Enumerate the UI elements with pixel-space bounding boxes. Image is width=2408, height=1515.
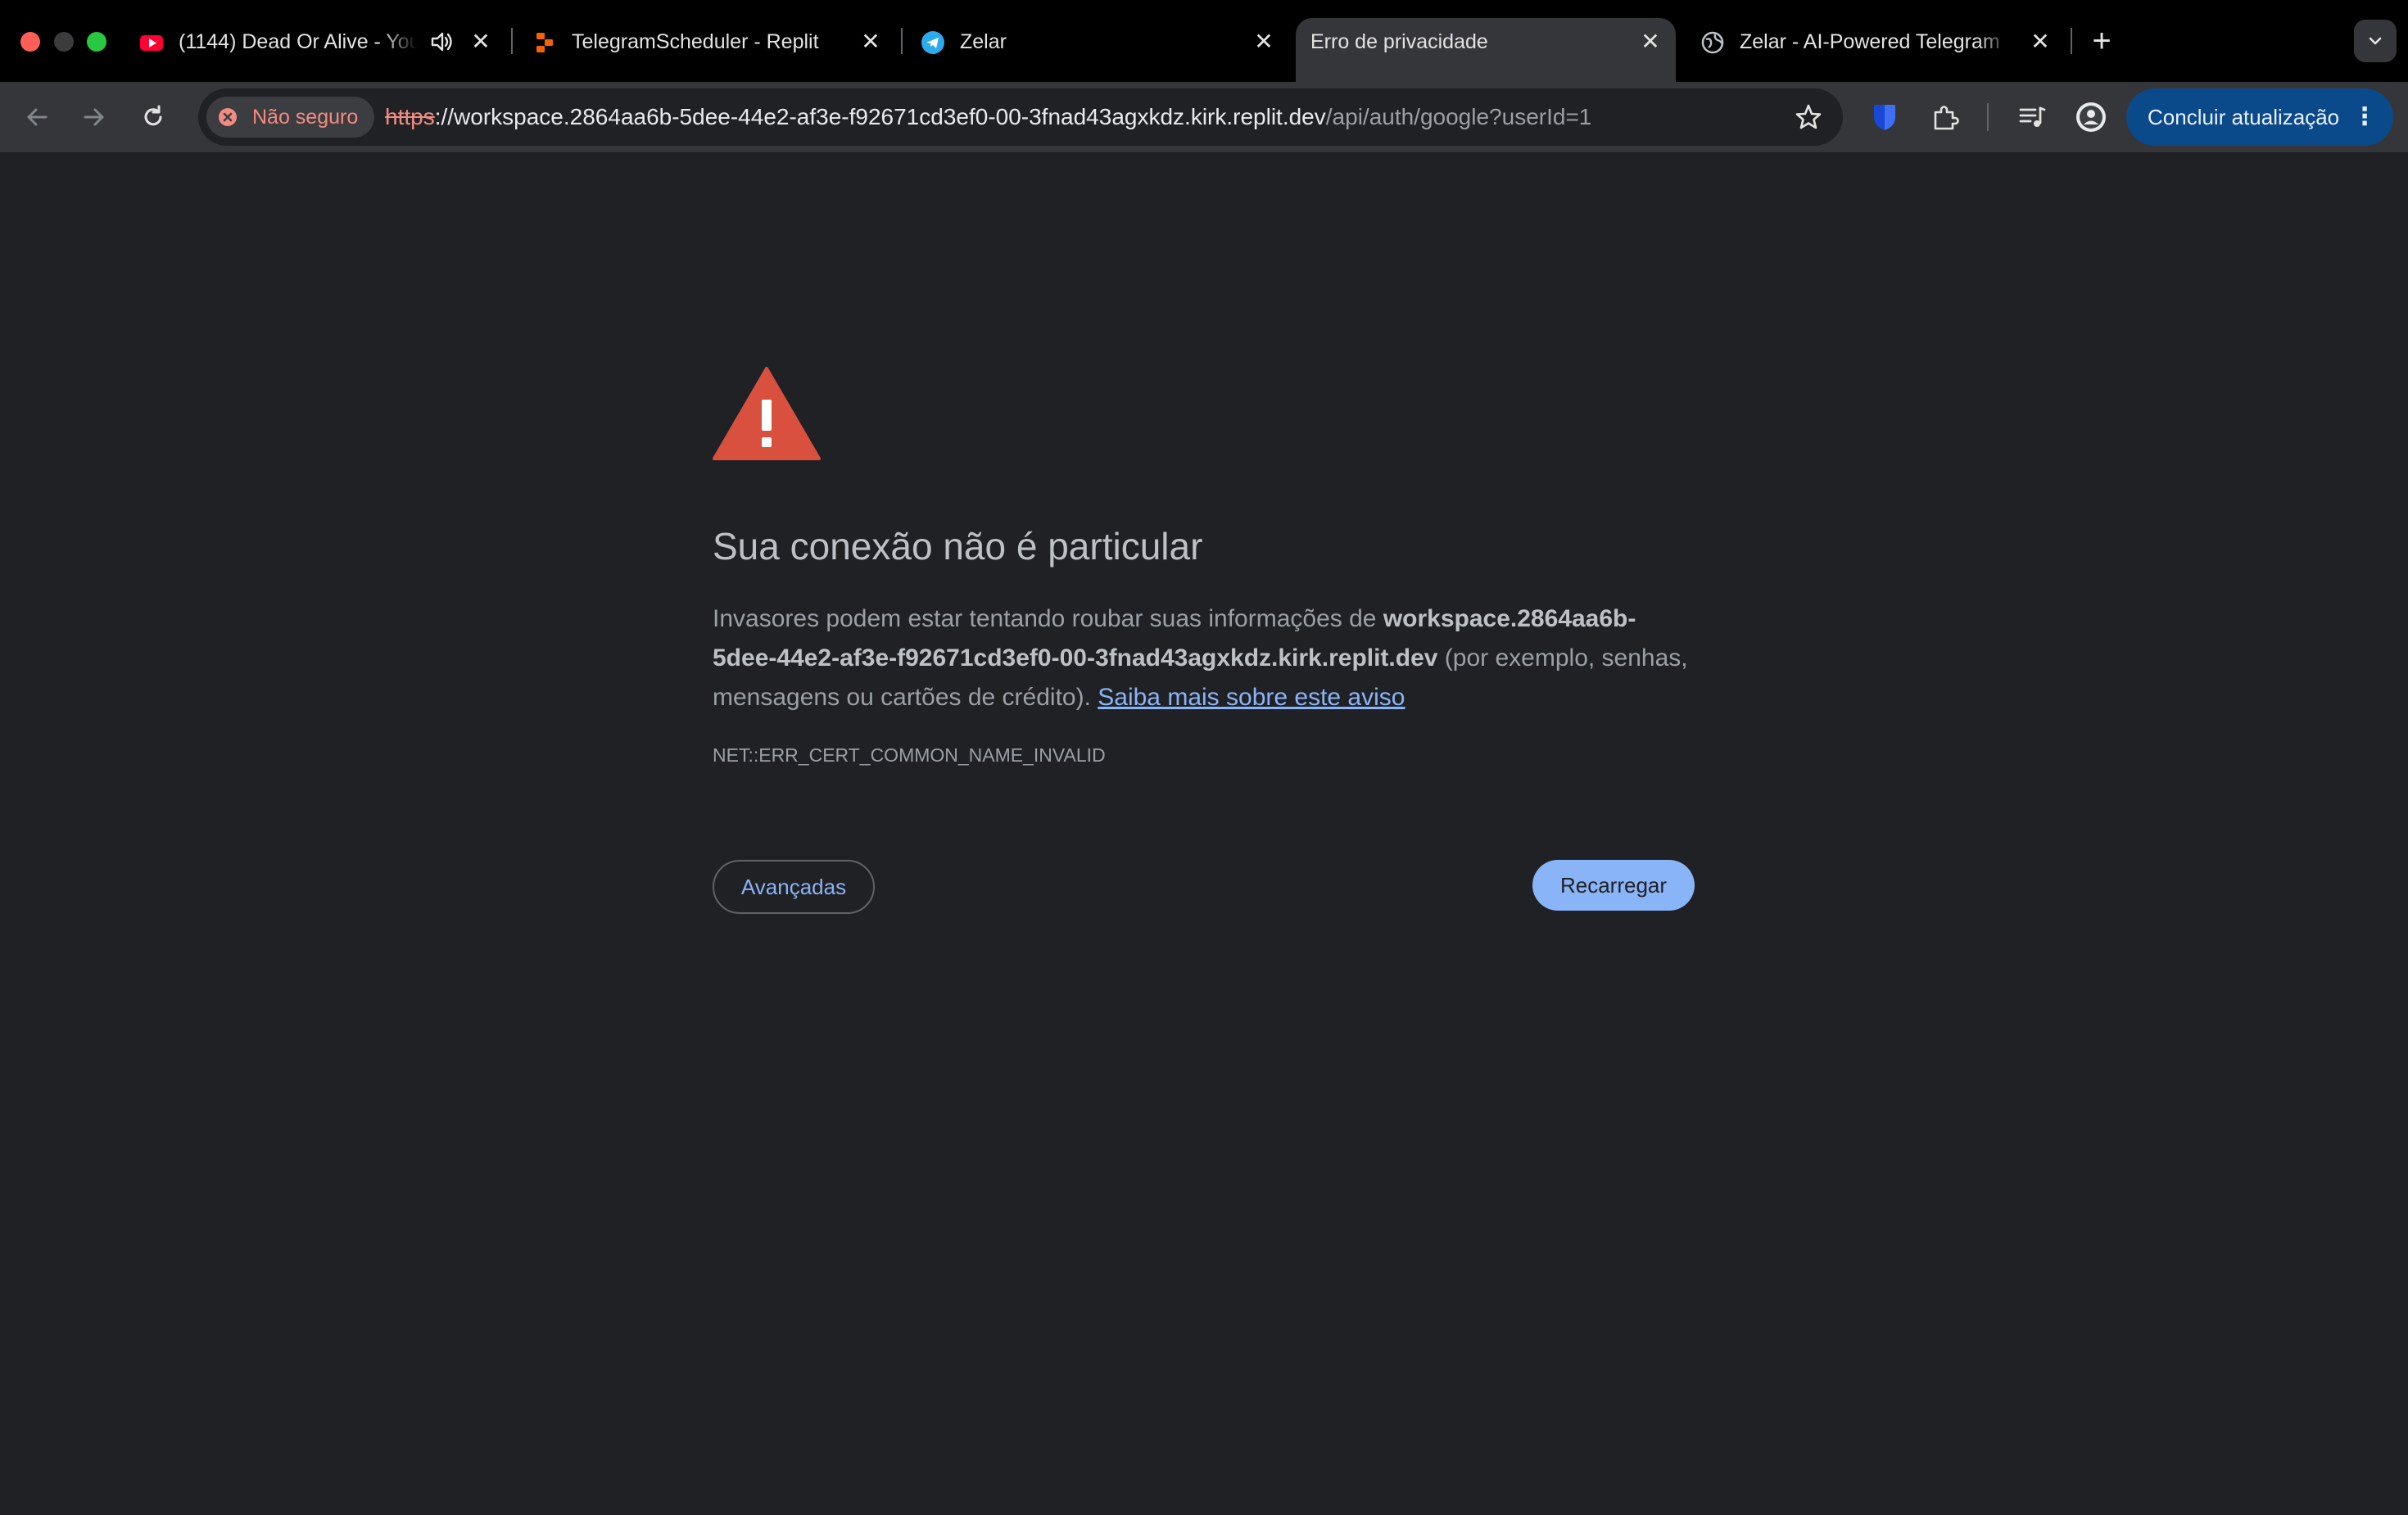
tab-title: TelegramScheduler - Replit <box>572 30 819 53</box>
tab-zelar[interactable]: Zelar ✕ <box>921 18 1281 82</box>
error-code: NET::ERR_CERT_COMMON_NAME_INVALID <box>713 744 1106 766</box>
learn-more-link[interactable]: Saiba mais sobre este aviso <box>1098 684 1405 711</box>
toolbar-divider <box>1987 103 1989 131</box>
close-tab-icon[interactable]: ✕ <box>1638 29 1663 54</box>
maximize-window-button[interactable] <box>87 32 106 52</box>
update-button[interactable]: Concluir atualização ⋮ <box>2126 88 2393 146</box>
update-button-label: Concluir atualização <box>2148 105 2340 129</box>
arrow-right-icon <box>84 108 104 126</box>
tab-title: Zelar - AI-Powered Telegram <box>1740 30 2000 53</box>
tab-privacy-error[interactable]: Erro de privacidade ✕ <box>1296 18 1676 82</box>
forward-button[interactable] <box>75 98 113 136</box>
address-bar[interactable]: Não seguro https://workspace.2864aa6b-5d… <box>198 88 1843 146</box>
bitwarden-extension-button[interactable] <box>1866 98 1903 136</box>
telegram-icon <box>921 31 944 54</box>
tab-divider <box>511 28 513 54</box>
youtube-icon <box>140 35 163 51</box>
speaker-icon[interactable] <box>429 29 454 54</box>
bookmark-star-icon[interactable] <box>1794 102 1823 132</box>
warning-description: Invasores podem estar tentando roubar su… <box>713 599 1692 717</box>
security-chip-label: Não seguro <box>252 106 359 129</box>
globe-icon <box>1701 31 1724 54</box>
interstitial-page: Sua conexão não é particular Invasores p… <box>0 152 2408 1515</box>
tab-title: (1144) Dead Or Alive - YouTube <box>179 30 418 53</box>
url-path: /api/auth/google?userId=1 <box>1325 104 1592 129</box>
tab-strip: (1144) Dead Or Alive - YouTube ✕ Telegra… <box>0 0 2408 82</box>
error-circle-icon <box>219 108 237 126</box>
close-tab-icon[interactable]: ✕ <box>858 29 883 54</box>
warning-icon <box>713 367 821 460</box>
url-scheme: https <box>385 104 435 129</box>
url-host: ://workspace.2864aa6b-5dee-44e2-af3e-f92… <box>434 104 1326 129</box>
advanced-button[interactable]: Avançadas <box>713 860 875 914</box>
tab-title: Zelar <box>960 30 1007 53</box>
tab-divider <box>901 28 903 54</box>
back-button[interactable] <box>18 98 56 136</box>
extensions-button[interactable] <box>1926 98 1964 136</box>
tab-replit[interactable]: TelegramScheduler - Replit ✕ <box>532 18 893 82</box>
close-window-button[interactable] <box>20 32 40 52</box>
close-tab-icon[interactable]: ✕ <box>2028 29 2053 54</box>
browser-toolbar: Não seguro https://workspace.2864aa6b-5d… <box>0 82 2408 152</box>
puzzle-icon <box>1934 106 1959 130</box>
reload-button[interactable] <box>134 98 172 136</box>
security-chip[interactable]: Não seguro <box>206 97 375 138</box>
close-tab-icon[interactable]: ✕ <box>468 29 493 54</box>
more-vert-icon[interactable]: ⋮ <box>2352 88 2377 146</box>
url-text[interactable]: https://workspace.2864aa6b-5dee-44e2-af3… <box>385 88 1591 146</box>
minimize-window-button[interactable] <box>54 32 74 52</box>
tab-youtube[interactable]: (1144) Dead Or Alive - YouTube ✕ <box>139 18 500 82</box>
tab-zelar-ai[interactable]: Zelar - AI-Powered Telegram ✕ <box>1700 18 2061 82</box>
chevron-down-icon <box>2369 37 2382 45</box>
shield-icon <box>1874 105 1895 130</box>
media-controls-button[interactable] <box>2013 98 2051 136</box>
tab-search-button[interactable] <box>2354 20 2397 62</box>
avatar <box>2076 102 2106 132</box>
page-title: Sua conexão não é particular <box>713 525 1203 568</box>
queue-music-icon <box>2019 106 2046 127</box>
profile-avatar-button[interactable] <box>2072 98 2110 136</box>
reload-icon <box>144 105 162 126</box>
reload-page-button[interactable]: Recarregar <box>1532 860 1695 911</box>
replit-icon <box>536 33 553 52</box>
close-tab-icon[interactable]: ✕ <box>1252 29 1276 54</box>
new-tab-button[interactable]: + <box>2085 25 2118 57</box>
arrow-left-icon <box>27 108 48 126</box>
tab-title: Erro de privacidade <box>1310 30 1488 53</box>
description-prefix: Invasores podem estar tentando roubar su… <box>713 605 1383 632</box>
tab-divider <box>2071 28 2072 54</box>
